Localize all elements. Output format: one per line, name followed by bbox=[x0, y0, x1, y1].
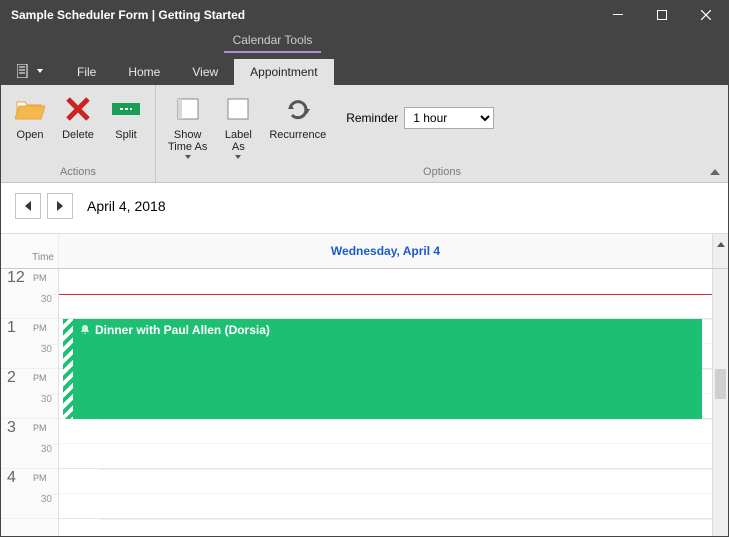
show-time-as-button[interactable]: Show Time As bbox=[164, 91, 211, 161]
half-label: 30 bbox=[41, 344, 52, 355]
show-time-as-label: Show Time As bbox=[168, 129, 207, 153]
reminder-label: Reminder bbox=[346, 111, 398, 125]
hour-label: 4 bbox=[7, 469, 16, 487]
ampm-label: PM bbox=[33, 273, 47, 283]
group-options-label: Options bbox=[156, 164, 728, 182]
appointment-block[interactable]: Dinner with Paul Allen (Dorsia) bbox=[63, 319, 702, 419]
scrollbar-thumb[interactable] bbox=[715, 369, 726, 399]
bell-icon bbox=[79, 324, 91, 336]
current-date: April 4, 2018 bbox=[87, 198, 166, 214]
ampm-label: PM bbox=[33, 473, 47, 483]
ampm-label: PM bbox=[33, 373, 47, 383]
close-button[interactable] bbox=[684, 1, 728, 29]
hour-label: 1 bbox=[7, 319, 16, 337]
label-as-button[interactable]: Label As bbox=[217, 91, 259, 161]
appointment-title: Dinner with Paul Allen (Dorsia) bbox=[95, 323, 270, 337]
recurrence-icon bbox=[282, 93, 314, 125]
date-nav: April 4, 2018 bbox=[1, 187, 728, 234]
chevron-down-icon bbox=[185, 155, 191, 159]
open-label: Open bbox=[17, 129, 44, 141]
hour-label: 12 bbox=[7, 269, 25, 287]
group-actions: Open Delete bbox=[1, 85, 156, 182]
label-as-label: Label As bbox=[225, 129, 252, 153]
ribbon-collapse-button[interactable] bbox=[710, 164, 720, 178]
chevron-right-icon bbox=[57, 201, 63, 211]
open-button[interactable]: Open bbox=[9, 91, 51, 143]
maximize-button[interactable] bbox=[640, 1, 684, 29]
square-icon bbox=[172, 93, 204, 125]
ampm-label: PM bbox=[33, 323, 47, 333]
hour-label: 2 bbox=[7, 369, 16, 387]
reminder-select[interactable]: 1 hour bbox=[404, 107, 494, 129]
timeslot-area[interactable]: Dinner with Paul Allen (Dorsia) bbox=[59, 269, 712, 536]
scroll-up-button[interactable] bbox=[712, 234, 728, 268]
ampm-label: PM bbox=[33, 423, 47, 433]
delete-button[interactable]: Delete bbox=[57, 91, 99, 143]
half-label: 30 bbox=[41, 444, 52, 455]
chevron-down-icon bbox=[235, 155, 241, 159]
delete-label: Delete bbox=[62, 129, 94, 141]
delete-x-icon bbox=[62, 93, 94, 125]
appointment-status-stripe bbox=[63, 319, 73, 419]
split-icon bbox=[110, 93, 142, 125]
tab-home[interactable]: Home bbox=[112, 59, 176, 85]
split-button[interactable]: Split bbox=[105, 91, 147, 143]
scrollbar-vertical[interactable] bbox=[712, 269, 728, 536]
half-label: 30 bbox=[41, 494, 52, 505]
scheduler: Time Wednesday, April 4 12 PM 30 1 PM 30 2 PM… bbox=[1, 234, 728, 536]
hour-label: 3 bbox=[7, 419, 16, 437]
window-title: Sample Scheduler Form | Getting Started bbox=[11, 8, 596, 22]
app-menu-button[interactable] bbox=[11, 57, 49, 85]
ribbon-tab-strip: Calendar Tools File Home View Appointmen… bbox=[1, 29, 728, 85]
tab-file[interactable]: File bbox=[61, 59, 112, 85]
app-window: Sample Scheduler Form | Getting Started … bbox=[0, 0, 729, 537]
next-day-button[interactable] bbox=[47, 193, 73, 219]
half-label: 30 bbox=[41, 394, 52, 405]
tab-view[interactable]: View bbox=[176, 59, 234, 85]
ribbon-panel: Open Delete bbox=[1, 85, 728, 183]
folder-open-icon bbox=[14, 93, 46, 125]
chevron-left-icon bbox=[25, 201, 31, 211]
chevron-down-icon bbox=[37, 69, 43, 73]
recurrence-label: Recurrence bbox=[269, 129, 326, 141]
prev-day-button[interactable] bbox=[15, 193, 41, 219]
day-header[interactable]: Wednesday, April 4 bbox=[59, 234, 712, 268]
square-outline-icon bbox=[222, 93, 254, 125]
contextual-tab-label: Calendar Tools bbox=[224, 29, 321, 53]
triangle-up-icon bbox=[717, 242, 725, 247]
now-indicator bbox=[59, 294, 712, 295]
half-label: 30 bbox=[41, 294, 52, 305]
group-options: Show Time As Label As bbox=[156, 85, 728, 182]
list-icon bbox=[17, 64, 33, 78]
recurrence-button[interactable]: Recurrence bbox=[265, 91, 330, 143]
time-column-header: Time bbox=[1, 234, 59, 268]
split-label: Split bbox=[115, 129, 136, 141]
time-ruler: 12 PM 30 1 PM 30 2 PM 30 3 PM 30 4 PM 30 bbox=[1, 269, 59, 536]
group-actions-label: Actions bbox=[1, 164, 155, 182]
chevron-up-icon bbox=[710, 169, 720, 175]
titlebar[interactable]: Sample Scheduler Form | Getting Started bbox=[1, 1, 728, 29]
minimize-button[interactable] bbox=[596, 1, 640, 29]
tab-appointment[interactable]: Appointment bbox=[234, 59, 333, 85]
